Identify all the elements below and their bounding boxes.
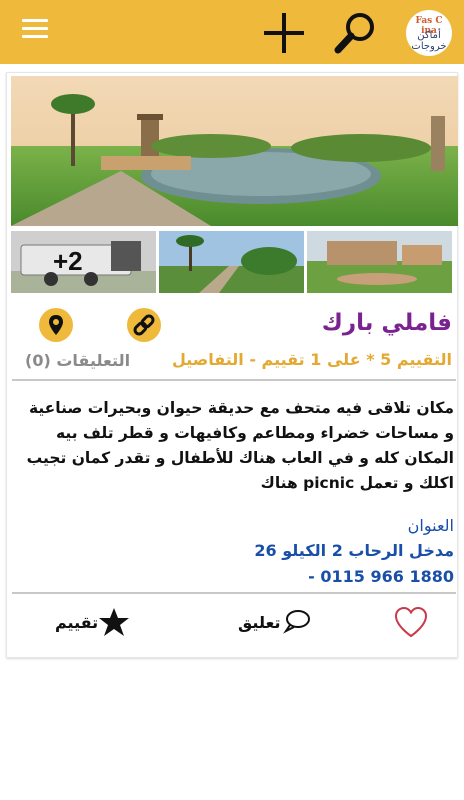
share-link-button[interactable] [127, 308, 161, 342]
favorite-button[interactable] [393, 604, 429, 640]
star-icon [99, 608, 130, 636]
comments-count[interactable]: التعليقات (0) [25, 351, 130, 370]
rating-details-link[interactable]: التقييم 5 * على 1 تقييم - التفاصيل [172, 350, 452, 369]
place-description: مكان تلاقى فيه متحف مع حديقة حيوان وبحير… [26, 399, 454, 492]
comment-label: تعليق [238, 612, 281, 632]
address-label: العنوان [407, 516, 454, 535]
thumbnail-1[interactable] [11, 231, 156, 293]
rate-button[interactable]: تقييم [55, 604, 130, 640]
hero-photo[interactable] [11, 76, 458, 226]
chat-bubbles-icon [282, 610, 310, 634]
address-value: مدخل الرحاب 2 الكيلو 26 [254, 541, 454, 560]
search-icon[interactable] [333, 10, 379, 56]
map-pin-icon [49, 315, 63, 335]
more-photos-count[interactable]: +2 [53, 246, 83, 277]
thumbnail-2[interactable] [159, 231, 304, 293]
heart-icon [394, 606, 428, 638]
link-icon [133, 314, 155, 336]
location-button[interactable] [39, 308, 73, 342]
phone-number[interactable]: 1880 966 0115 - [308, 567, 454, 586]
app-logo: Fas C ina أماكن خروجات [406, 10, 452, 56]
divider [12, 592, 456, 594]
hamburger-menu-icon[interactable] [22, 19, 50, 43]
thumbnail-3[interactable] [307, 231, 452, 293]
place-title: فاملي بارك [321, 310, 452, 336]
app-bar: Fas C ina أماكن خروجات [0, 0, 464, 64]
rate-label: تقييم [55, 612, 99, 632]
plus-icon[interactable] [262, 13, 306, 53]
logo-subtext: أماكن خروجات [411, 30, 447, 52]
comment-button[interactable]: تعليق [238, 604, 311, 640]
divider [12, 379, 456, 381]
